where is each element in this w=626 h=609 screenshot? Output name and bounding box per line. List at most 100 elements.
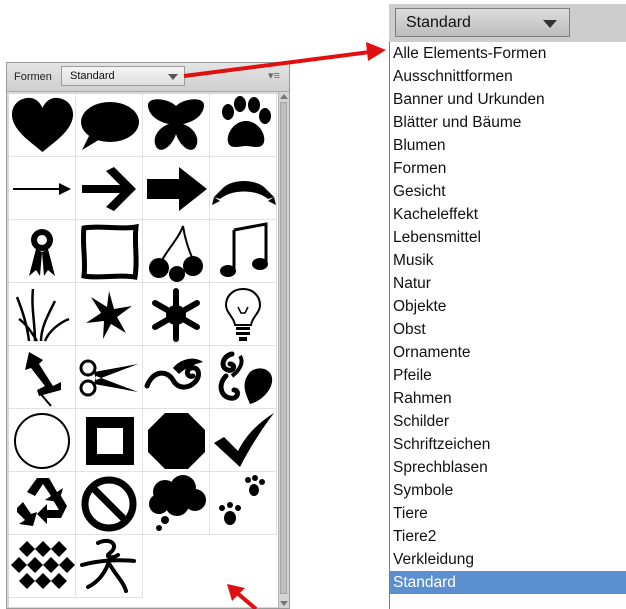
floral-ornament-icon [218,351,273,404]
ornament-swirl-icon [144,358,203,390]
dropdown-options-list: Alle Elements-Formen Ausschnittformen Ba… [389,42,626,609]
panel-menu-icon[interactable]: ▾≡ [267,69,281,83]
octagon-icon [148,413,205,469]
shape-cell[interactable] [143,157,210,220]
thought-bubble-icon [149,475,206,531]
pushpin-icon [25,352,61,407]
shape-cell[interactable] [143,283,210,346]
shape-cell[interactable] [143,346,210,409]
shape-cell[interactable] [76,94,143,157]
shape-cell[interactable] [210,94,277,157]
shape-grid [9,94,280,607]
dropdown-option[interactable]: Rahmen [390,387,626,410]
banner-ribbon-icon [212,181,276,205]
dropdown-selected-value: Standard [406,14,471,31]
scroll-down-icon[interactable] [280,601,288,606]
shapes-panel: Formen Standard ▾≡ [6,62,290,609]
shape-cell[interactable] [76,220,143,283]
shape-cell[interactable] [210,220,277,283]
shape-cell[interactable] [9,472,76,535]
dropdown-option[interactable]: Banner und Urkunden [390,88,626,111]
scissors-icon [79,359,138,397]
shape-cell[interactable] [76,409,143,472]
shape-cell[interactable] [143,409,210,472]
chevron-down-icon [168,74,178,80]
recycle-icon [17,478,67,526]
shape-cell[interactable] [143,220,210,283]
dropdown-option[interactable]: Ornamente [390,341,626,364]
scroll-up-icon[interactable] [280,94,288,99]
panel-scrollbar[interactable] [278,92,289,608]
dropdown-option[interactable]: Musik [390,249,626,272]
shape-library-dropdown[interactable]: Standard [395,8,570,37]
paw-print-icon [222,96,271,147]
paw-tracks-icon [219,475,265,525]
dropdown-option-selected[interactable]: Standard [390,571,626,594]
shape-library-select-value: Standard [70,70,115,82]
scroll-thumb[interactable] [280,102,287,594]
circle-outline-icon [14,413,70,469]
dropdown-option[interactable]: Obst [390,318,626,341]
dropdown-option[interactable]: Pfeile [390,364,626,387]
shape-cell[interactable] [9,409,76,472]
dropdown-option[interactable]: Blumen [390,134,626,157]
bold-arrow-icon [82,167,136,211]
dropdown-option[interactable]: Gesicht [390,180,626,203]
dropdown-option[interactable]: Kacheleffekt [390,203,626,226]
dropdown-option[interactable]: Tiere [390,502,626,525]
shape-cell[interactable] [143,472,210,535]
shape-cell[interactable] [76,157,143,220]
shape-cell[interactable] [9,535,76,598]
shape-cell[interactable] [76,283,143,346]
diamond-pattern-icon [11,541,75,589]
panel-header: Formen Standard ▾≡ [7,63,289,92]
star-flower-icon [86,291,132,339]
dropdown-option[interactable]: Lebensmittel [390,226,626,249]
music-note-icon [220,222,268,277]
speech-bubble-icon [81,102,139,150]
panel-label: Formen [14,71,52,83]
heart-icon [11,97,74,152]
dropdown-option[interactable]: Alle Elements-Formen [390,42,626,65]
shape-cell[interactable] [143,94,210,157]
dropdown-option[interactable]: Schilder [390,410,626,433]
shape-cell[interactable] [76,472,143,535]
shape-cell[interactable] [9,283,76,346]
dropdown-option[interactable]: Natur [390,272,626,295]
symbol-glyph-icon [80,538,136,593]
shape-cell[interactable] [9,94,76,157]
thin-arrow-icon [13,183,71,195]
block-arrow-icon [147,167,207,211]
shape-cell[interactable] [76,346,143,409]
dropdown-header: Standard [389,4,626,43]
award-ribbon-icon [29,229,55,276]
shape-cell[interactable] [76,535,143,598]
shape-cell[interactable] [210,472,277,535]
checkmark-icon [214,413,274,467]
dropdown-option[interactable]: Ausschnittformen [390,65,626,88]
chevron-down-icon [543,20,557,28]
shape-cell[interactable] [210,346,277,409]
shape-cell[interactable] [9,346,76,409]
grass-icon [15,288,70,342]
dropdown-option[interactable]: Blätter und Bäume [390,111,626,134]
shape-cell[interactable] [210,157,277,220]
light-bulb-icon [224,287,262,341]
dropdown-option[interactable]: Objekte [390,295,626,318]
dropdown-option[interactable]: Symbole [390,479,626,502]
dropdown-option[interactable]: Tiere2 [390,525,626,548]
shape-library-select[interactable]: Standard [61,66,185,86]
cherries-icon [149,225,203,282]
dropdown-option[interactable]: Formen [390,157,626,180]
dropdown-option[interactable]: Verkleidung [390,548,626,571]
shape-cell[interactable] [9,220,76,283]
dropdown-option[interactable]: Sprechblasen [390,456,626,479]
no-sign-icon [81,476,137,532]
square-frame-icon [86,417,134,465]
dropdown-option[interactable]: Schriftzeichen [390,433,626,456]
snowflake-icon [152,288,200,342]
shape-cell[interactable] [210,409,277,472]
shape-cell[interactable] [9,157,76,220]
shape-cell[interactable] [210,283,277,346]
frame-icon [80,223,139,280]
